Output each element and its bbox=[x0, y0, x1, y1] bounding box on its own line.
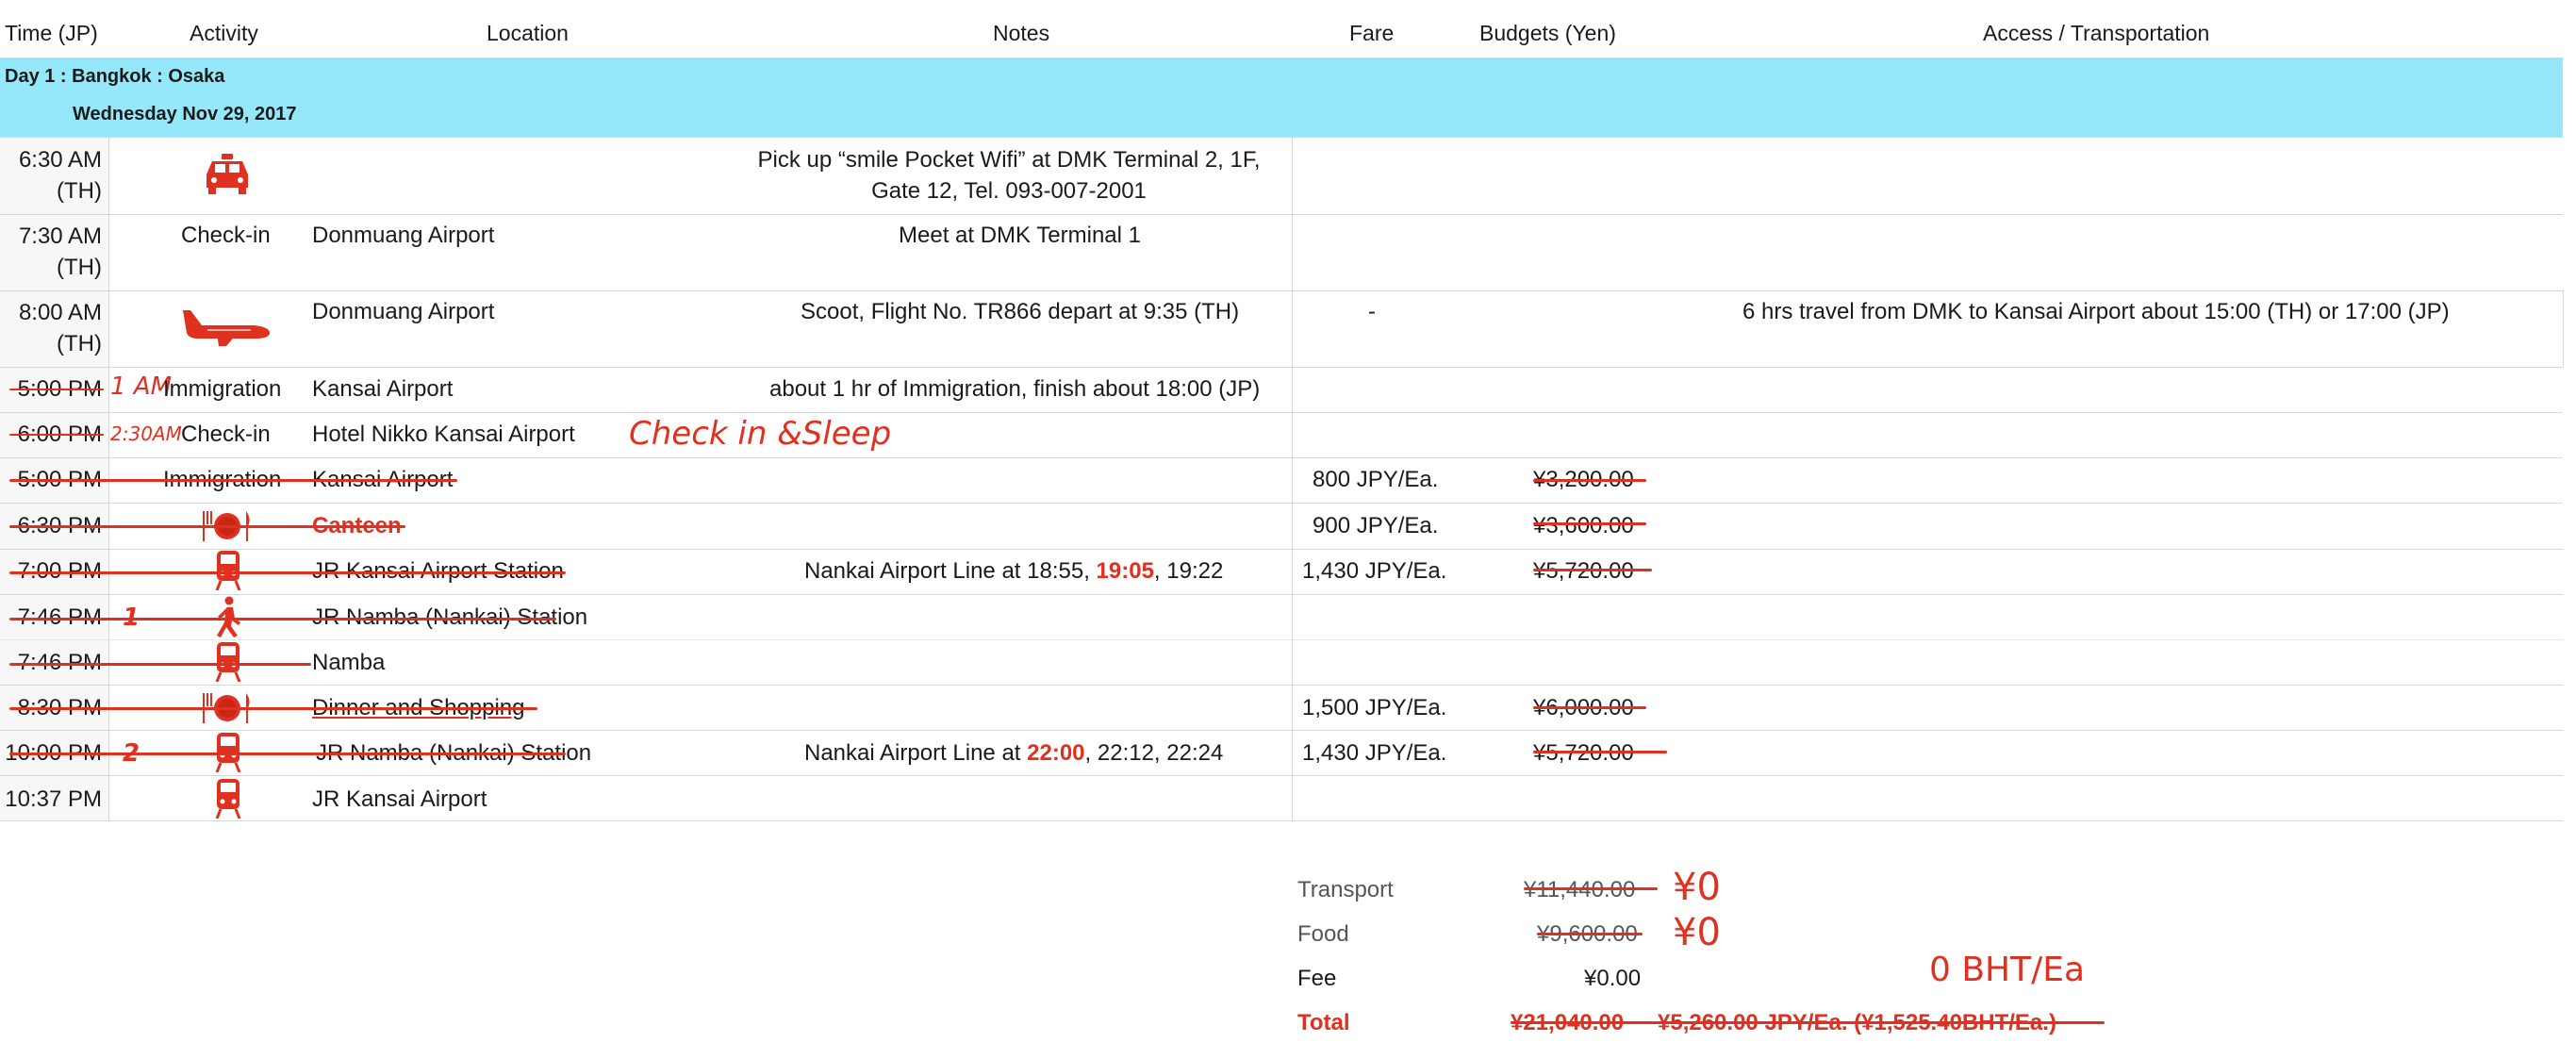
row-location: JR Kansai Airport bbox=[312, 786, 487, 812]
handwritten-note: Check in &Sleep bbox=[629, 415, 892, 453]
row-fare: 800 JPY/Ea. bbox=[1313, 467, 1439, 492]
header-activity: Activity bbox=[190, 21, 258, 45]
row-location: Hotel Nikko Kansai Airport bbox=[312, 422, 575, 447]
summary-fee-label: Fee bbox=[1297, 966, 1337, 991]
taxi-icon bbox=[203, 154, 252, 200]
row-fare: - bbox=[1368, 299, 1376, 324]
row-fare: 1,430 JPY/Ea. bbox=[1302, 740, 1447, 766]
handwritten-mark: 2:30AM bbox=[110, 422, 182, 445]
restaurant-icon bbox=[201, 509, 254, 548]
handwritten-transport: ¥0 bbox=[1673, 866, 1721, 909]
header-access: Access / Transportation bbox=[1983, 21, 2210, 45]
row-time: 8:00 AM (TH) bbox=[18, 300, 102, 356]
row-time: 7:30 AM (TH) bbox=[18, 223, 102, 280]
row-notes: Nankai Airport Line at 22:00, 22:12, 22:… bbox=[804, 740, 1224, 766]
header-fare: Fare bbox=[1349, 21, 1395, 45]
train-icon bbox=[215, 779, 241, 823]
row-location: Donmuang Airport bbox=[312, 299, 495, 324]
itinerary-sheet: Time (JP) Activity Location Notes Fare B… bbox=[0, 0, 2576, 1059]
row-fare: 1,500 JPY/Ea. bbox=[1302, 695, 1447, 720]
row-notes: about 1 hr of Immigration, finish about … bbox=[769, 376, 1261, 402]
summary-food-label: Food bbox=[1297, 921, 1349, 947]
row-time: 10:37 PM bbox=[5, 786, 102, 812]
summary-transport-label: Transport bbox=[1297, 877, 1394, 902]
row-budget: ¥3,600.00 bbox=[1533, 513, 1634, 538]
handwritten-food: ¥0 bbox=[1673, 911, 1721, 954]
summary-transport-value: ¥11,440.00 bbox=[1524, 877, 1635, 903]
row-fare: 900 JPY/Ea. bbox=[1313, 513, 1439, 538]
summary-total-label: Total bbox=[1297, 1010, 1350, 1035]
row-activity: Check-in bbox=[181, 223, 271, 248]
header-notes: Notes bbox=[993, 21, 1050, 45]
row-location: Donmuang Airport bbox=[312, 223, 495, 248]
day-band bbox=[0, 58, 2563, 137]
row-notes: Pick up “smile Pocket Wifi” at DMK Termi… bbox=[757, 147, 1261, 204]
row-activity: Immigration bbox=[163, 376, 282, 402]
row-budget: ¥5,720.00 bbox=[1533, 740, 1634, 767]
handwritten-bht: 0 BHT/Ea bbox=[1929, 951, 2086, 989]
day-date: Wednesday Nov 29, 2017 bbox=[73, 104, 297, 124]
row-fare: 1,430 JPY/Ea. bbox=[1302, 558, 1447, 584]
row-notes: Meet at DMK Terminal 1 bbox=[899, 223, 1141, 248]
airplane-icon bbox=[179, 306, 273, 353]
row-time: 6:30 AM (TH) bbox=[18, 147, 102, 204]
row-location: Kansai Airport bbox=[312, 376, 454, 402]
header-location: Location bbox=[487, 21, 569, 45]
row-activity: Check-in bbox=[181, 422, 271, 447]
day-title: Day 1 : Bangkok : Osaka bbox=[5, 66, 225, 87]
row-budget: ¥5,720.00 bbox=[1533, 558, 1634, 585]
summary-fee-value: ¥0.00 bbox=[1584, 966, 1642, 991]
header-budgets: Budgets (Yen) bbox=[1479, 21, 1616, 45]
row-notes: Scoot, Flight No. TR866 depart at 9:35 (… bbox=[801, 299, 1240, 324]
row-location: Namba bbox=[312, 650, 386, 675]
restaurant-icon bbox=[201, 691, 254, 730]
row-access: 6 hrs travel from DMK to Kansai Airport … bbox=[1742, 299, 2450, 324]
header-time: Time (JP) bbox=[5, 21, 98, 45]
row-notes: Nankai Airport Line at 18:55, 19:05, 19:… bbox=[804, 558, 1224, 584]
